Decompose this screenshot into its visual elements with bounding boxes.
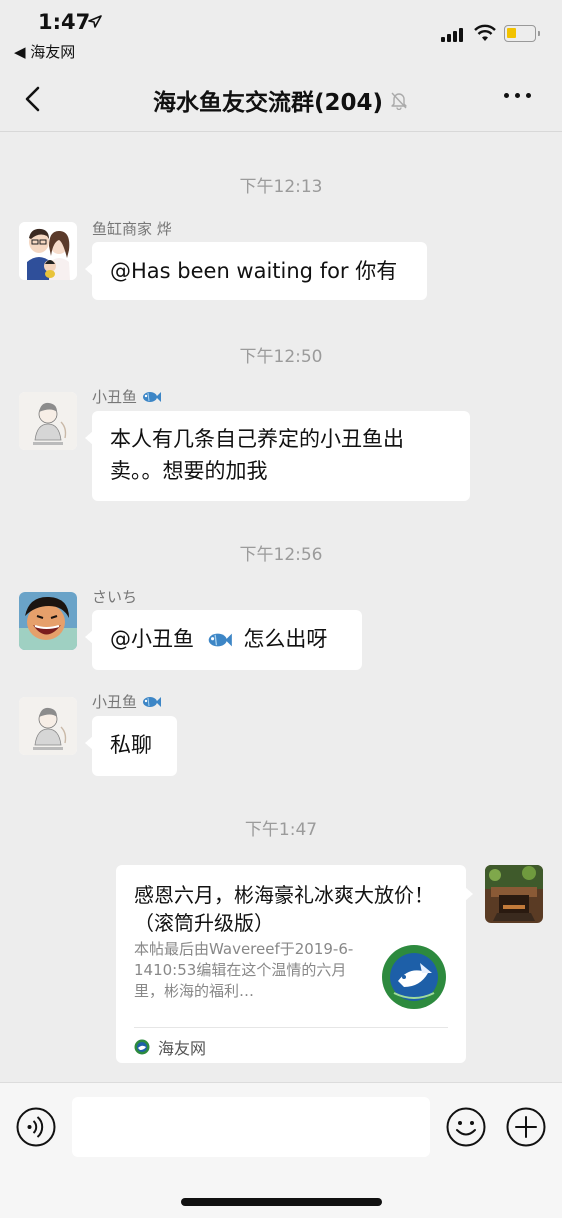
message-input[interactable] [72, 1097, 430, 1157]
avatar[interactable] [19, 392, 77, 450]
avatar[interactable] [19, 592, 77, 650]
message-bubble[interactable]: @Has been waiting for 你有 [85, 242, 427, 300]
message-bubble[interactable]: @小丑鱼 怎么出呀 [85, 610, 362, 670]
message-text: @Has been waiting for 你有 [110, 259, 398, 283]
voice-icon[interactable] [16, 1107, 56, 1147]
chat-title: 海水鱼友交流群(204) [152, 90, 384, 116]
home-indicator[interactable] [181, 1198, 382, 1206]
link-card-thumbnail [382, 945, 446, 1009]
status-time: 1:47 [38, 10, 91, 34]
message-bubble[interactable]: 私聊 [85, 716, 177, 776]
link-card-divider [134, 1027, 448, 1028]
link-card-source: 海友网 [134, 1035, 206, 1059]
location-arrow-icon [88, 15, 102, 28]
signal-icon [441, 28, 467, 42]
chat-header: 海水鱼友交流群(204) [0, 66, 562, 132]
message-text-line: 本人有几条自己养定的小丑鱼出 [110, 427, 404, 451]
link-card-description: 本帖最后由Wavereef于2019-6-1410:53编辑在这个温情的六月里，… [134, 940, 354, 1000]
link-card-title: 感恩六月，彬海豪礼冰爽大放价！（滚筒升级版） [134, 883, 434, 935]
fish-emoji-icon [208, 633, 232, 647]
back-to-app-link[interactable]: ◀ 海友网 [14, 41, 75, 62]
message-text: 私聊 [110, 733, 152, 757]
message-mention: @小丑鱼 [110, 627, 194, 651]
timestamp: 下午12:50 [239, 347, 323, 367]
sender-name: さいち [92, 588, 138, 606]
message-bubble[interactable]: 本人有几条自己养定的小丑鱼出 卖。。想要的加我 [85, 411, 470, 501]
timestamp: 下午1:47 [244, 820, 318, 840]
avatar[interactable] [19, 222, 77, 280]
sender-name: 鱼缸商家 烨 [92, 220, 172, 238]
plus-icon[interactable] [506, 1107, 546, 1147]
my-avatar[interactable] [485, 865, 543, 923]
sender-name: 小丑鱼 [92, 386, 162, 407]
emoji-icon[interactable] [446, 1107, 486, 1147]
link-card-source-name: 海友网 [158, 1039, 207, 1058]
timestamp: 下午12:56 [239, 545, 323, 565]
more-dots-icon[interactable] [504, 93, 536, 103]
status-bar: 1:47 ◀ 海友网 [0, 0, 562, 66]
message-text: 怎么出呀 [243, 627, 328, 651]
chat-area: 下午12:13 鱼缸商家 烨 @Has been waiting for 你有 … [0, 132, 562, 1082]
link-card[interactable]: 感恩六月，彬海豪礼冰爽大放价！（滚筒升级版） 本帖最后由Wavereef于201… [116, 865, 473, 1063]
fish-emoji-icon [143, 391, 162, 402]
message-text-line: 卖。。想要的加我 [110, 459, 268, 483]
sender-name-text: 小丑鱼 [92, 693, 138, 711]
fish-emoji-icon [143, 696, 162, 707]
avatar[interactable] [19, 697, 77, 755]
wifi-icon [474, 24, 496, 41]
bell-off-icon [391, 92, 407, 110]
battery-icon [504, 25, 540, 42]
chat-title-container: 海水鱼友交流群(204) [0, 83, 562, 117]
source-logo-icon [134, 1039, 150, 1055]
sender-name: 小丑鱼 [92, 691, 162, 712]
timestamp: 下午12:13 [239, 177, 323, 197]
sender-name-text: 小丑鱼 [92, 388, 138, 406]
